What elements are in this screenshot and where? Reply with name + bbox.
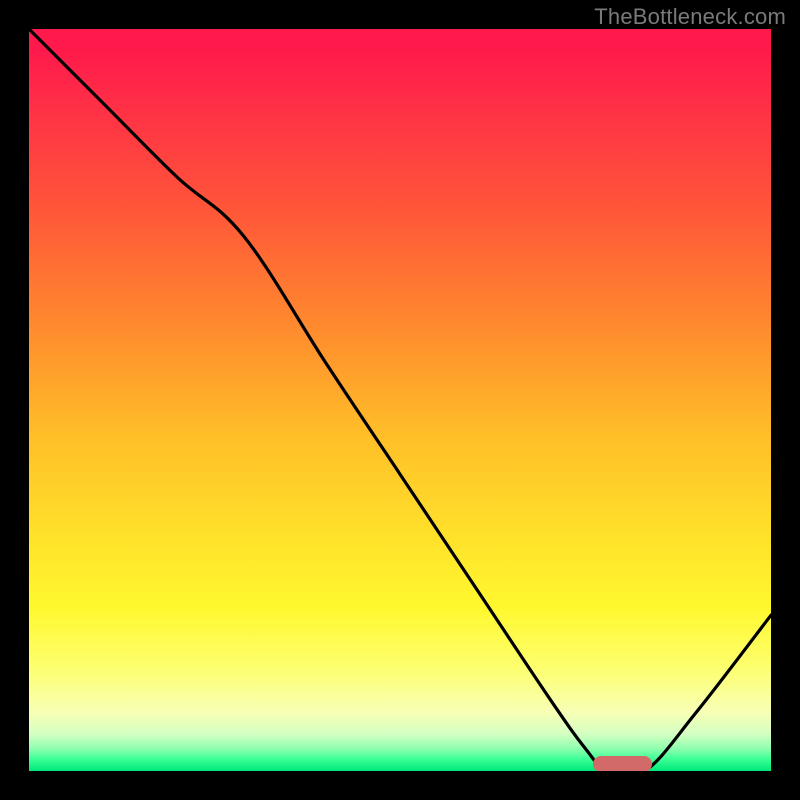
chart-frame: TheBottleneck.com: [0, 0, 800, 800]
curve-layer: [29, 29, 771, 771]
watermark-text: TheBottleneck.com: [594, 4, 786, 30]
optimal-marker: [593, 756, 652, 771]
bottleneck-curve: [29, 29, 771, 771]
plot-area: [29, 29, 771, 771]
